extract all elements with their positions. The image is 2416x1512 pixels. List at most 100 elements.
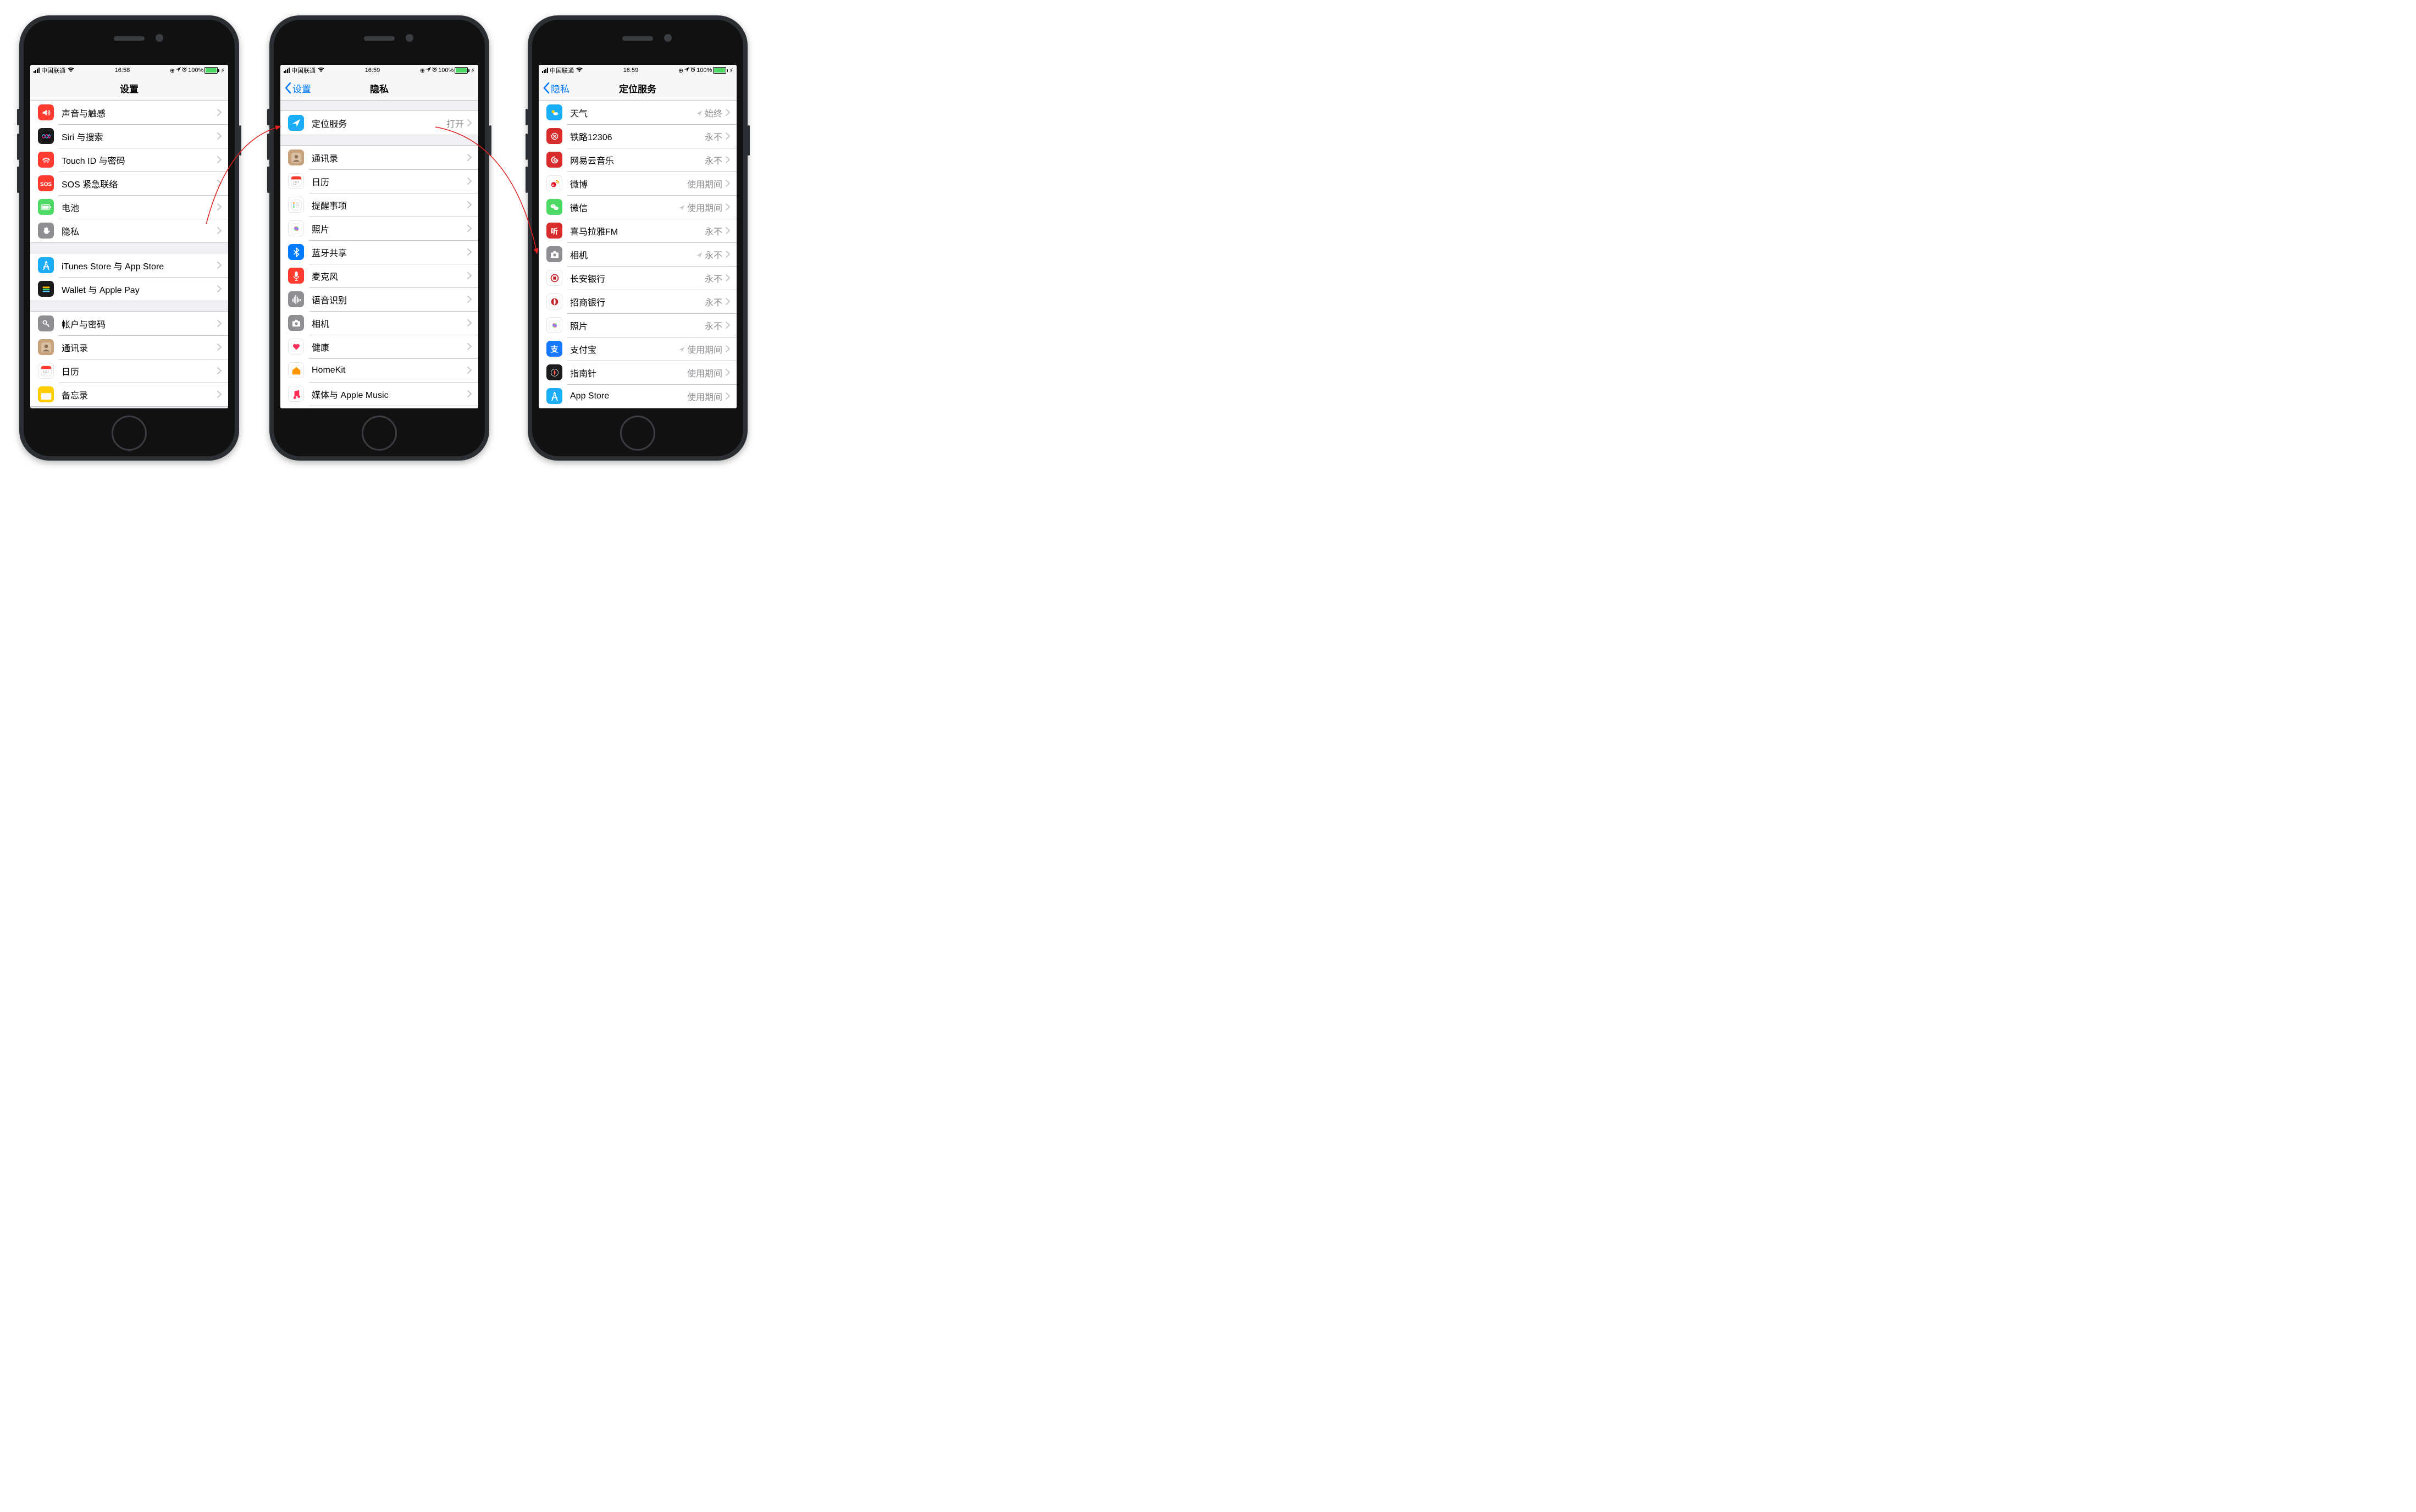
location-services-list[interactable]: 天气 始终 铁路12306 永不 网易云音乐 永不 微博 使用期间 微信 使用期… [539, 101, 737, 408]
row-label: 帐户与密码 [62, 317, 217, 330]
netease-app-icon [546, 152, 562, 168]
settings-row[interactable]: 铁路12306 永不 [539, 124, 737, 148]
weibo-app-icon [546, 175, 562, 191]
settings-row[interactable]: 日历 [280, 169, 478, 193]
settings-row[interactable]: 网易云音乐 永不 [539, 148, 737, 171]
battery-pct: 100% [188, 67, 203, 74]
calendar-icon [38, 363, 54, 379]
settings-row[interactable]: 招商银行 永不 [539, 290, 737, 313]
back-button[interactable]: 设置 [285, 81, 311, 95]
row-label: App Store [570, 391, 687, 401]
chevron-right-icon [726, 180, 730, 187]
row-detail: 永不 [705, 153, 722, 167]
row-label: 支付宝 [570, 342, 678, 356]
status-time: 16:59 [583, 67, 678, 74]
settings-row[interactable]: 蓝牙共享 [280, 240, 478, 264]
settings-row[interactable]: 媒体与 Apple Music [280, 382, 478, 406]
settings-row[interactable]: 听 喜马拉雅FM 永不 [539, 219, 737, 242]
wifi-icon [67, 67, 75, 74]
row-detail: 始终 [696, 106, 722, 119]
wifi-icon [576, 67, 583, 74]
settings-row[interactable]: 天气 始终 [539, 101, 737, 124]
settings-row[interactable]: 提醒事项 [280, 193, 478, 217]
settings-row[interactable]: 运动与健身 [280, 406, 478, 408]
settings-row[interactable]: iTunes Store 与 App Store [30, 253, 228, 277]
settings-row[interactable]: SOS SOS 紧急联络 [30, 171, 228, 195]
settings-row[interactable]: 照片 永不 [539, 313, 737, 337]
row-detail: 使用期间 [678, 201, 722, 214]
battery-pct: 100% [696, 67, 712, 74]
settings-row[interactable]: 电池 [30, 195, 228, 219]
settings-row[interactable]: 隐私 [30, 219, 228, 242]
svg-text:SOS: SOS [40, 181, 52, 187]
photos-app-icon [546, 317, 562, 333]
settings-row[interactable]: 通讯录 [280, 146, 478, 169]
svg-text:支: 支 [550, 345, 559, 354]
settings-row[interactable]: Siri 与搜索 [30, 124, 228, 148]
phone-frame-3: 中国联通 16:59 ⊕100%⚡︎ 隐私 定位服务 天气 始终 铁路12306… [528, 15, 748, 461]
wallet-icon [38, 281, 54, 297]
contacts-icon [38, 339, 54, 355]
settings-row[interactable]: 帐户与密码 [30, 312, 228, 335]
row-label: 通讯录 [312, 151, 467, 164]
settings-row[interactable]: 日历 [30, 359, 228, 383]
settings-row[interactable]: App Store 使用期间 [539, 384, 737, 408]
location-status-icon [426, 67, 431, 74]
settings-row[interactable]: 照片 [280, 217, 478, 240]
settings-row[interactable]: Wallet 与 Apple Pay [30, 277, 228, 301]
orientation-lock-icon: ⊕ [678, 67, 683, 74]
chevron-right-icon [467, 272, 472, 279]
sos-icon: SOS [38, 175, 54, 191]
settings-list[interactable]: 声音与触感 Siri 与搜索 Touch ID 与密码 SOS SOS 紧急联络… [30, 101, 228, 408]
settings-row[interactable]: 微信 使用期间 [539, 195, 737, 219]
chevron-right-icon [217, 367, 222, 374]
battery-icon [713, 67, 728, 74]
signal-icon [284, 68, 290, 73]
settings-row[interactable]: Touch ID 与密码 [30, 148, 228, 171]
battery-icon [38, 199, 54, 215]
wifi-icon [317, 67, 325, 74]
health-icon [288, 339, 304, 355]
row-detail: 永不 [705, 224, 722, 237]
changan-app-icon [546, 270, 562, 286]
chevron-right-icon [726, 298, 730, 305]
row-detail: 使用期间 [687, 390, 722, 403]
settings-row[interactable]: 相机 [280, 311, 478, 335]
mic-icon [288, 268, 304, 284]
chevron-right-icon [217, 227, 222, 234]
settings-row[interactable]: 相机 永不 [539, 242, 737, 266]
settings-row[interactable]: 麦克风 [280, 264, 478, 287]
settings-row[interactable]: 健康 [280, 335, 478, 358]
appstore-icon [38, 257, 54, 273]
status-time: 16:59 [325, 67, 420, 74]
charging-icon: ⚡︎ [729, 67, 733, 74]
chevron-right-icon [467, 225, 472, 232]
chevron-right-icon [467, 343, 472, 350]
chevron-right-icon [467, 296, 472, 303]
settings-row[interactable]: 微博 使用期间 [539, 171, 737, 195]
settings-row[interactable]: 定位服务 打开 [280, 111, 478, 135]
privacy-icon [38, 223, 54, 239]
row-detail: 使用期间 [687, 366, 722, 379]
chevron-right-icon [217, 320, 222, 327]
row-label: 喜马拉雅FM [570, 224, 705, 237]
settings-row[interactable]: 长安银行 永不 [539, 266, 737, 290]
settings-row[interactable]: 备忘录 [30, 383, 228, 406]
settings-row[interactable]: 支 支付宝 使用期间 [539, 337, 737, 361]
reminders-icon [288, 197, 304, 213]
row-label: 相机 [570, 248, 696, 261]
row-detail: 打开 [446, 117, 464, 130]
settings-row[interactable]: 语音识别 [280, 287, 478, 311]
settings-row[interactable]: 指南针 使用期间 [539, 361, 737, 384]
row-label: 通讯录 [62, 341, 217, 354]
back-button[interactable]: 隐私 [543, 81, 570, 95]
settings-row[interactable]: HomeKit [280, 358, 478, 382]
settings-row[interactable]: 通讯录 [30, 335, 228, 359]
row-label: 麦克风 [312, 269, 467, 283]
charging-icon: ⚡︎ [220, 67, 225, 74]
row-label: Siri 与搜索 [62, 130, 217, 143]
chevron-right-icon [467, 201, 472, 208]
camera-app-icon [546, 246, 562, 262]
privacy-list[interactable]: 定位服务 打开 通讯录 日历 提醒事项 照片 蓝牙共享 麦克风 语音识别 [280, 101, 478, 408]
settings-row[interactable]: 声音与触感 [30, 101, 228, 124]
